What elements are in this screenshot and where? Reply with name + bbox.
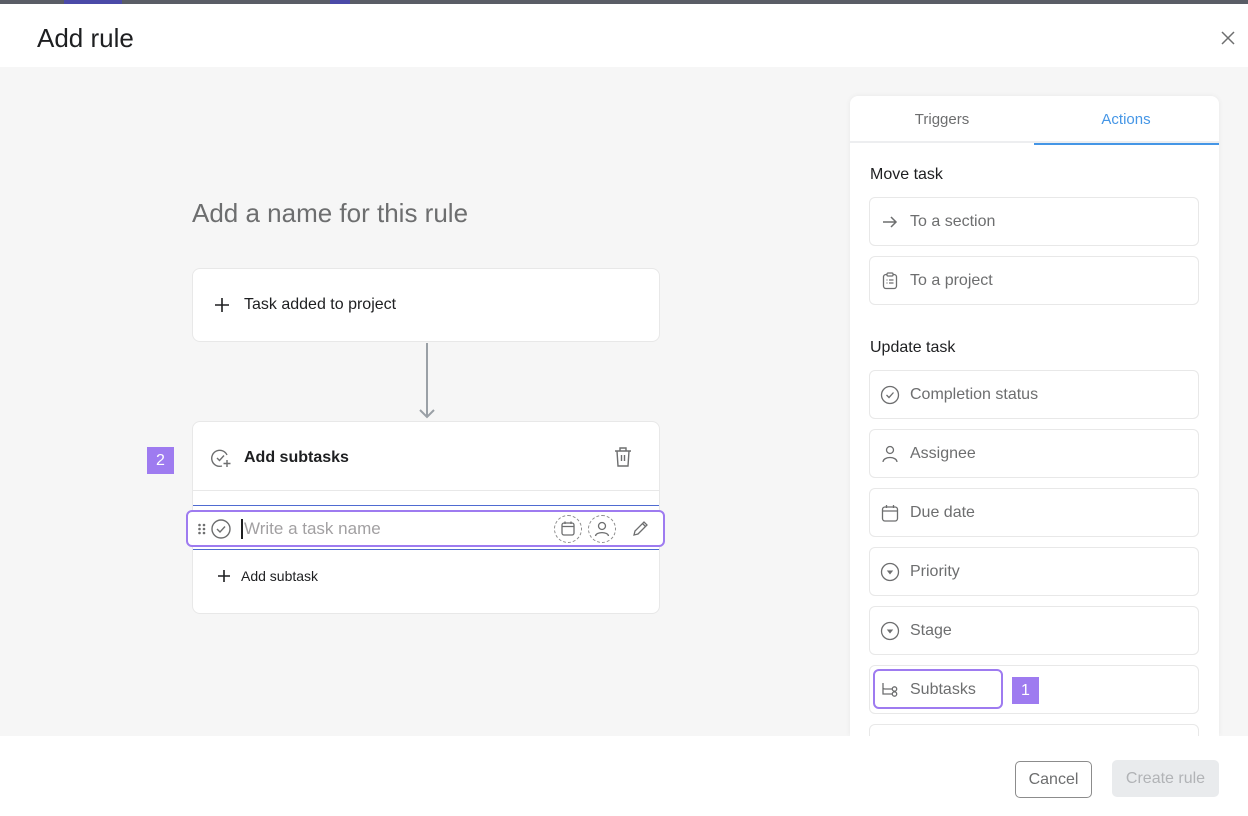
- dialog-header: Add rule: [0, 4, 1248, 70]
- clipboard-icon: [880, 271, 900, 291]
- subtasks-icon: [880, 680, 900, 700]
- action-label: To a section: [910, 213, 996, 230]
- dialog-title: Add rule: [37, 23, 134, 53]
- panel-tabs: Triggers Actions: [850, 96, 1219, 145]
- person-icon: [880, 444, 900, 464]
- add-subtask-button[interactable]: Add subtask: [217, 568, 318, 584]
- calendar-icon: [561, 521, 575, 536]
- create-rule-button[interactable]: Create rule: [1112, 760, 1219, 797]
- action-label: To a project: [910, 272, 993, 289]
- text-cursor: [241, 519, 243, 539]
- action-label: Completion status: [910, 386, 1039, 403]
- action-label: Stage: [910, 622, 952, 639]
- plus-icon: [213, 296, 231, 314]
- check-circle-icon: [880, 385, 900, 405]
- drag-handle-icon[interactable]: [197, 522, 207, 536]
- rule-name-input[interactable]: Add a name for this rule: [192, 198, 468, 229]
- action-label: Due date: [910, 504, 975, 521]
- annotation-badge-2: 2: [147, 447, 174, 474]
- actions-panel: Triggers Actions Move task To a section …: [850, 96, 1219, 736]
- trigger-card[interactable]: Task added to project: [192, 268, 660, 342]
- action-label: Subtasks: [910, 681, 976, 698]
- subtask-name-input[interactable]: [244, 516, 544, 542]
- action-priority[interactable]: Priority: [869, 547, 1199, 596]
- drop-indicator: [193, 505, 659, 506]
- action-title: Add subtasks: [244, 449, 349, 466]
- action-assignee[interactable]: Assignee: [869, 429, 1199, 478]
- cancel-button[interactable]: Cancel: [1015, 761, 1092, 798]
- assignee-button[interactable]: [588, 515, 616, 543]
- trigger-label: Task added to project: [244, 296, 397, 313]
- tab-actions[interactable]: Actions: [1034, 96, 1219, 145]
- section-title-update-task: Update task: [870, 339, 956, 356]
- subtask-row: [186, 510, 665, 547]
- action-stage[interactable]: Stage: [869, 606, 1199, 655]
- action-to-a-project[interactable]: To a project: [869, 256, 1199, 305]
- due-date-button[interactable]: [554, 515, 582, 543]
- divider: [193, 490, 659, 491]
- action-completion-status[interactable]: Completion status: [869, 370, 1199, 419]
- connector-arrow-icon: [418, 343, 436, 423]
- dropdown-circle-icon: [880, 562, 900, 582]
- tab-triggers[interactable]: Triggers: [850, 96, 1034, 143]
- drop-indicator: [193, 549, 659, 550]
- action-to-a-section[interactable]: To a section: [869, 197, 1199, 246]
- trash-icon[interactable]: [613, 446, 633, 468]
- add-subtask-icon: [210, 447, 232, 469]
- assignee-icon: [594, 521, 610, 537]
- calendar-icon: [880, 503, 900, 523]
- arrow-right-icon: [880, 212, 900, 232]
- action-label: Assignee: [910, 445, 976, 462]
- dropdown-circle-icon: [880, 621, 900, 641]
- annotation-badge-1: 1: [1012, 677, 1039, 704]
- action-next-partial[interactable]: [869, 724, 1199, 736]
- action-due-date[interactable]: Due date: [869, 488, 1199, 537]
- section-title-move-task: Move task: [870, 166, 943, 183]
- pencil-icon[interactable]: [630, 519, 650, 539]
- add-subtask-label: Add subtask: [241, 568, 319, 584]
- plus-icon: [218, 570, 230, 582]
- action-label: Priority: [910, 563, 960, 580]
- check-circle-icon[interactable]: [210, 518, 232, 540]
- close-icon[interactable]: [1218, 28, 1238, 48]
